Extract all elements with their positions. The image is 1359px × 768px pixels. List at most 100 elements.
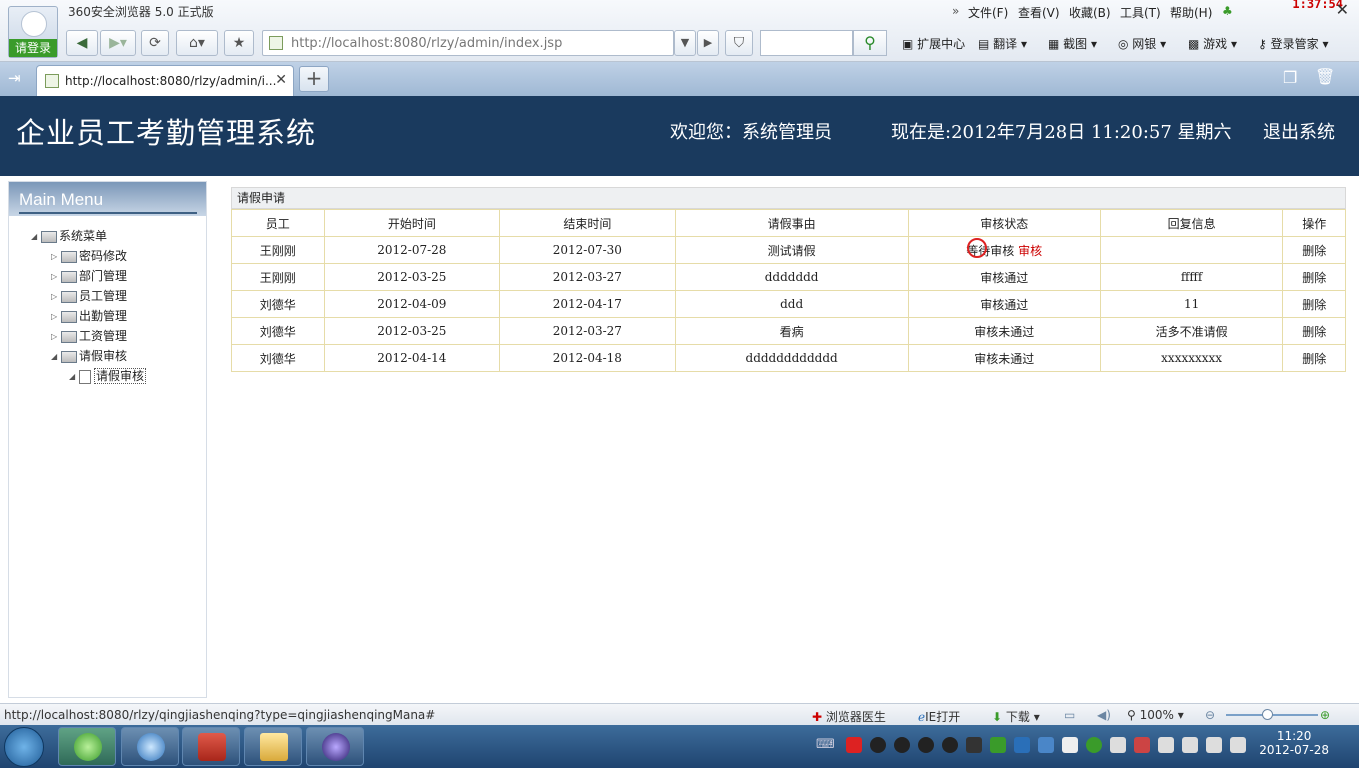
- qq-icon[interactable]: [918, 737, 934, 753]
- qq-icon[interactable]: [942, 737, 958, 753]
- ie-icon: [137, 733, 165, 761]
- trash-icon[interactable]: 🗑: [1315, 67, 1335, 86]
- taskbar-explorer[interactable]: [244, 727, 302, 766]
- more-chevron-icon[interactable]: »: [952, 4, 959, 18]
- folder-icon: [61, 270, 77, 283]
- tab-close-icon[interactable]: ✕: [275, 72, 287, 88]
- start-button[interactable]: [4, 727, 44, 767]
- zoom-control[interactable]: ⚲ 100% ▾: [1127, 708, 1184, 722]
- employee-cell: 王刚刚: [231, 263, 325, 291]
- taskbar-360-browser[interactable]: [58, 727, 116, 766]
- speaker-icon[interactable]: ◀): [1097, 708, 1111, 722]
- menu-tools[interactable]: 工具(T): [1120, 4, 1161, 21]
- sidebar-item-attendance[interactable]: ▷ 出勤管理: [51, 307, 127, 324]
- login-button[interactable]: 请登录: [8, 6, 58, 58]
- screenshot-tool[interactable]: ▦ 截图 ▾: [1048, 35, 1097, 52]
- delete-link[interactable]: 删除: [1282, 290, 1346, 318]
- search-icon[interactable]: ⚲: [853, 30, 887, 56]
- translate-tool[interactable]: ▤ 翻译 ▾: [978, 35, 1027, 52]
- sidebar-item-leave-review[interactable]: ◢ 请假审核: [51, 347, 127, 364]
- download-button[interactable]: ⬇ 下载 ▾: [992, 708, 1040, 725]
- tray-app-icon[interactable]: [1086, 737, 1102, 753]
- tray-app-icon[interactable]: [990, 737, 1006, 753]
- flag-icon[interactable]: [1158, 737, 1174, 753]
- favorite-star-icon[interactable]: ★: [224, 30, 254, 56]
- tray-app-icon[interactable]: [1134, 737, 1150, 753]
- menu-view[interactable]: 查看(V): [1018, 4, 1060, 21]
- sidebar-item-password[interactable]: ▷ 密码修改: [51, 247, 127, 264]
- expanded-arrow-icon: ◢: [51, 352, 58, 361]
- logout-link[interactable]: 退出系统: [1263, 118, 1335, 144]
- qq-icon[interactable]: [894, 737, 910, 753]
- address-bar[interactable]: http://localhost:8080/rlzy/admin/index.j…: [262, 30, 674, 56]
- shield-icon[interactable]: ⛉: [725, 30, 753, 56]
- magnifier-icon: ⚲: [1127, 708, 1136, 722]
- menu-divider: [19, 212, 197, 214]
- zoom-slider-handle[interactable]: [1262, 709, 1273, 720]
- delete-link[interactable]: 删除: [1282, 317, 1346, 345]
- home-icon[interactable]: ⌂▾: [176, 30, 218, 56]
- end-cell: 2012-04-18: [499, 344, 676, 372]
- tray-app-icon[interactable]: [1182, 737, 1198, 753]
- menu-help[interactable]: 帮助(H): [1170, 4, 1212, 21]
- sidebar-item-department[interactable]: ▷ 部门管理: [51, 267, 127, 284]
- volume-icon[interactable]: [1230, 737, 1246, 753]
- bank-tool[interactable]: ◎ 网银 ▾: [1118, 35, 1166, 52]
- sidebar-toggle-icon[interactable]: ⇥: [8, 69, 21, 87]
- menu-file[interactable]: 文件(F): [968, 4, 1008, 21]
- tab-current[interactable]: http://localhost:8080/rlzy/admin/i... ✕: [36, 65, 294, 96]
- address-dropdown-icon[interactable]: ▼: [674, 30, 696, 56]
- menu-heading: Main Menu: [19, 190, 104, 209]
- employee-cell: 王刚刚: [231, 236, 325, 264]
- collapsed-arrow-icon: ▷: [51, 252, 58, 261]
- tool-label: 游戏: [1203, 37, 1228, 51]
- ie-open-button[interactable]: ℯIE打开: [918, 708, 960, 725]
- taskbar-ie[interactable]: [121, 727, 179, 766]
- ie-label: IE打开: [925, 710, 961, 724]
- qq-icon[interactable]: [870, 737, 886, 753]
- go-icon[interactable]: ▶: [697, 30, 719, 56]
- sidebar-item-employee[interactable]: ▷ 员工管理: [51, 287, 127, 304]
- window-icon[interactable]: ▭: [1064, 708, 1075, 722]
- taskbar-eclipse[interactable]: [306, 727, 364, 766]
- refresh-icon[interactable]: ⟳: [141, 30, 169, 56]
- browser-doctor-button[interactable]: ✚ 浏览器医生: [812, 708, 886, 725]
- tray-app-icon[interactable]: [1110, 737, 1126, 753]
- tray-app-icon[interactable]: [966, 737, 982, 753]
- zoom-in-icon[interactable]: ⊕: [1320, 708, 1330, 722]
- new-tab-button[interactable]: +: [299, 66, 329, 92]
- search-input[interactable]: [760, 30, 853, 56]
- delete-link[interactable]: 删除: [1282, 263, 1346, 291]
- system-clock[interactable]: 11:20 2012-07-28: [1259, 729, 1329, 757]
- tray-app-icon[interactable]: [846, 737, 862, 753]
- sidebar-item-salary[interactable]: ▷ 工资管理: [51, 327, 127, 344]
- shield-icon[interactable]: [1038, 737, 1054, 753]
- status-cell: 审核通过: [907, 263, 1101, 291]
- zoom-out-icon[interactable]: ⊖: [1205, 708, 1215, 722]
- tray-app-icon[interactable]: [1014, 737, 1030, 753]
- employee-cell: 刘德华: [231, 290, 325, 318]
- document-icon: [79, 369, 91, 384]
- forward-button[interactable]: ▶▾: [100, 30, 136, 56]
- network-icon[interactable]: [1206, 737, 1222, 753]
- extension-center[interactable]: ▣ 扩展中心: [902, 35, 965, 52]
- sidebar-item-label: 密码修改: [79, 249, 128, 263]
- review-link[interactable]: 审核: [1018, 244, 1042, 258]
- back-button[interactable]: ◀: [66, 30, 98, 56]
- folder-icon: [61, 290, 77, 303]
- skin-shirt-icon[interactable]: ♣: [1222, 4, 1233, 18]
- sidebar-subitem-leave-review[interactable]: ◢ 请假审核: [69, 367, 147, 384]
- reason-cell: dddddddddddd: [674, 344, 909, 372]
- menu-favorites[interactable]: 收藏(B): [1069, 4, 1111, 21]
- games-tool[interactable]: ▩ 游戏 ▾: [1188, 35, 1237, 52]
- status-cell: 审核通过: [907, 290, 1101, 318]
- tree-root[interactable]: ◢ 系统菜单: [31, 227, 107, 244]
- keyboard-icon[interactable]: ⌨: [816, 737, 835, 752]
- delete-link[interactable]: 删除: [1282, 344, 1346, 372]
- taskbar-toolbox[interactable]: [182, 727, 240, 766]
- delete-link[interactable]: 删除: [1282, 236, 1346, 264]
- restore-tabs-icon[interactable]: ❐: [1283, 68, 1297, 87]
- login-manager-tool[interactable]: ⚷ 登录管家 ▾: [1258, 35, 1328, 52]
- tray-app-icon[interactable]: [1062, 737, 1078, 753]
- close-window-icon[interactable]: ✕: [1336, 0, 1349, 19]
